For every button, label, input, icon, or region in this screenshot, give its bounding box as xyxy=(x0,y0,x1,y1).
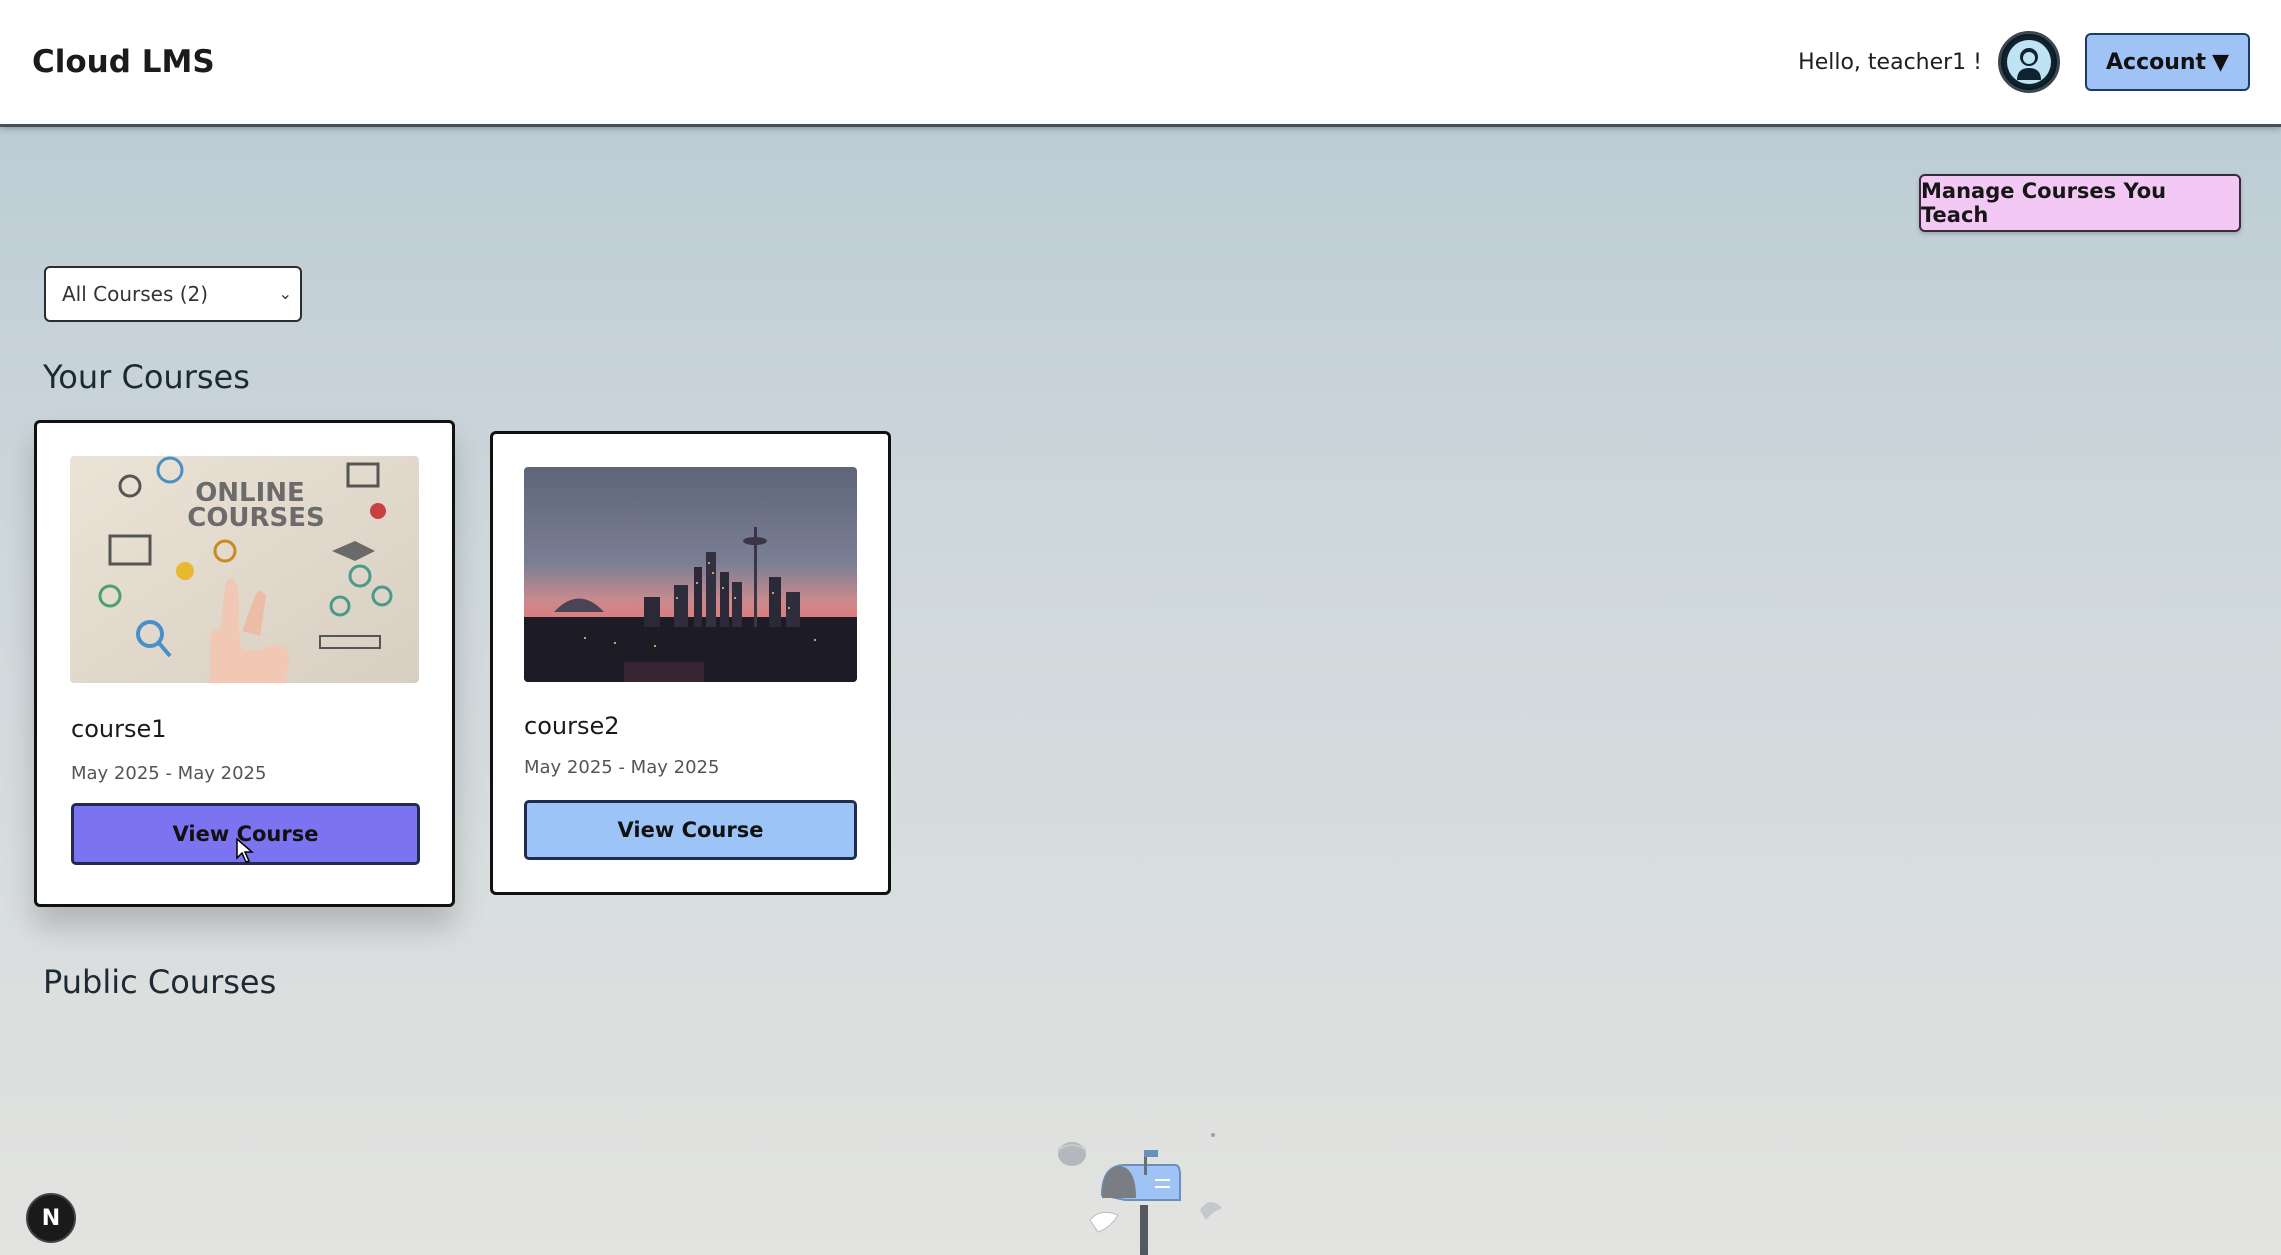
course-image-online-courses: ONLINE COURSES xyxy=(70,456,419,683)
course-name: course2 xyxy=(524,712,620,740)
course-filter-value: All Courses (2) xyxy=(62,282,209,306)
mouse-cursor-icon xyxy=(236,838,254,863)
course-name: course1 xyxy=(71,715,167,743)
caret-down-icon: ▼ xyxy=(2212,49,2229,75)
user-avatar-icon[interactable] xyxy=(1998,31,2060,93)
top-header: Cloud LMS Hello, teacher1 ! Account ▼ xyxy=(0,0,2281,127)
account-label: Account xyxy=(2106,49,2207,75)
empty-mailbox-icon xyxy=(1057,1133,1222,1255)
course-filter-select[interactable]: All Courses (2) ⌄ xyxy=(44,266,302,322)
view-course-button[interactable]: View Course xyxy=(524,800,857,860)
course-image-city-skyline xyxy=(524,467,857,682)
course-card: course2 May 2025 - May 2025 View Course xyxy=(490,431,891,895)
dev-tools-badge[interactable]: N xyxy=(26,1193,76,1243)
public-courses-heading: Public Courses xyxy=(43,963,277,1001)
greeting-text: Hello, teacher1 ! xyxy=(1798,50,1982,75)
your-courses-heading: Your Courses xyxy=(43,358,250,396)
courses-text: COURSES xyxy=(187,503,325,533)
course-dates: May 2025 - May 2025 xyxy=(524,757,720,778)
course-card: ONLINE COURSES course1 May 2025 - May 20… xyxy=(34,420,455,907)
manage-courses-button[interactable]: Manage Courses You Teach xyxy=(1919,174,2241,232)
course-dates: May 2025 - May 2025 xyxy=(71,763,267,784)
app-title[interactable]: Cloud LMS xyxy=(32,44,215,80)
chevron-down-icon: ⌄ xyxy=(278,284,292,303)
account-menu-button[interactable]: Account ▼ xyxy=(2085,33,2250,91)
